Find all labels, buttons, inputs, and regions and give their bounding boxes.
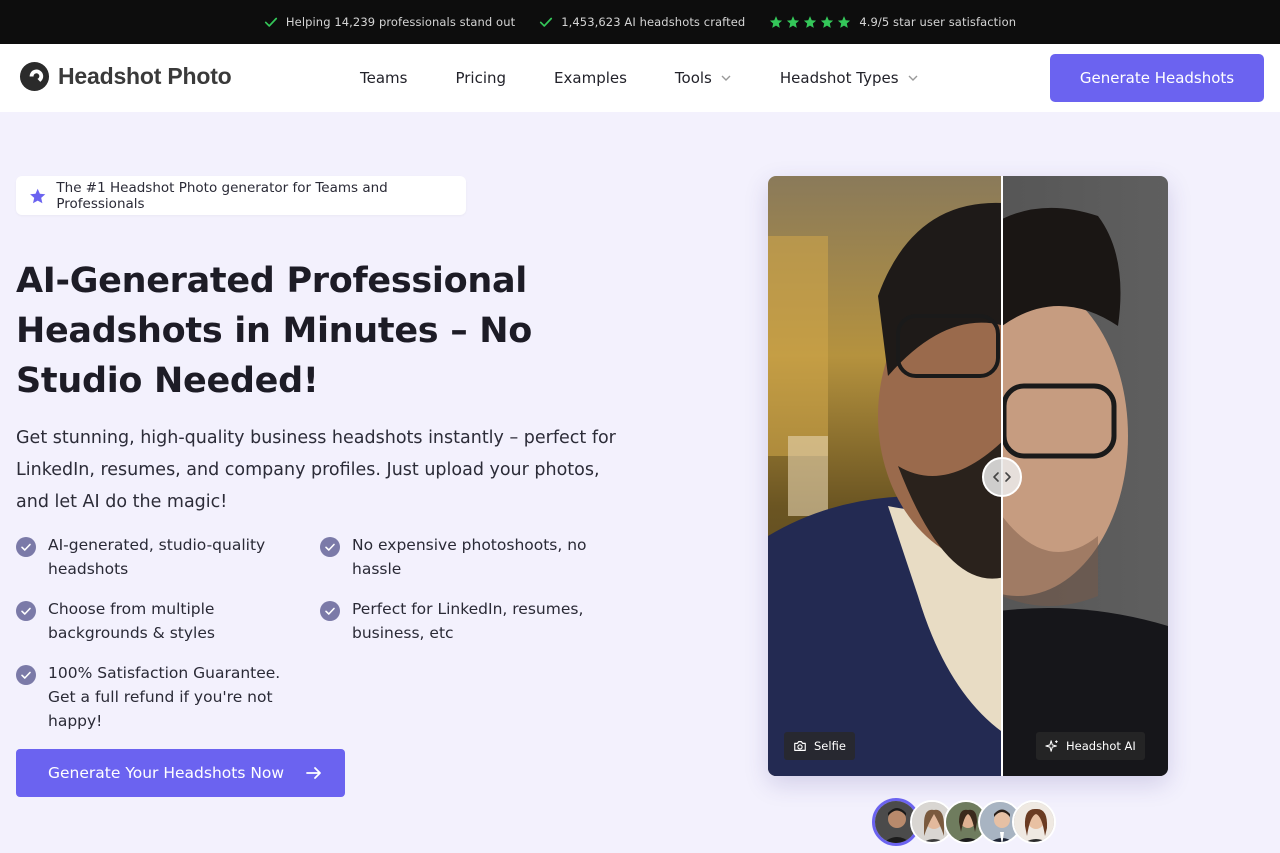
hero-subtitle: Get stunning, high-quality business head… xyxy=(16,428,616,512)
feature-item: Choose from multiple backgrounds & style… xyxy=(16,597,296,645)
drag-arrows-icon xyxy=(993,472,1011,482)
comparison-photo xyxy=(768,176,1168,776)
example-avatars xyxy=(872,798,1056,848)
avatar[interactable] xyxy=(1012,800,1056,844)
nav-teams[interactable]: Teams xyxy=(360,69,407,87)
feature-text: Perfect for LinkedIn, resumes, business,… xyxy=(352,600,584,642)
nav-pricing[interactable]: Pricing xyxy=(455,69,506,87)
star-icon xyxy=(30,188,46,203)
nav-tools[interactable]: Tools xyxy=(675,69,732,87)
main-nav: Headshot Photo Teams Pricing Examples To… xyxy=(0,44,1280,112)
check-circle-icon xyxy=(16,665,36,685)
chevron-down-icon xyxy=(721,75,731,81)
check-circle-icon xyxy=(16,601,36,621)
check-icon xyxy=(264,17,278,27)
check-icon xyxy=(540,17,553,27)
check-circle-icon xyxy=(320,537,340,557)
stat-professionals: Helping 14,239 professionals stand out xyxy=(264,15,515,29)
stat-text: 1,453,623 AI headshots crafted xyxy=(561,15,746,29)
page-title: AI-Generated Professional Headshots in M… xyxy=(16,261,533,401)
headshot-ai-label: Headshot AI xyxy=(1036,732,1145,760)
stat-text: 4.9/5 star user satisfaction xyxy=(859,15,1017,29)
arrow-right-icon xyxy=(306,767,321,779)
rating-stars xyxy=(769,15,851,29)
announcement-bar: Helping 14,239 professionals stand out 1… xyxy=(0,0,1280,44)
chevron-down-icon xyxy=(908,75,918,81)
before-after-slider[interactable]: Selfie Headshot AI xyxy=(768,176,1168,776)
headshot-ai-label-text: Headshot AI xyxy=(1066,739,1136,753)
check-circle-icon xyxy=(16,537,36,557)
star-icon xyxy=(787,16,800,28)
cta-label: Generate Your Headshots Now xyxy=(48,764,285,782)
nav-examples[interactable]: Examples xyxy=(554,69,627,87)
logo-icon xyxy=(19,61,50,92)
feature-text: No expensive photoshoots, no hassle xyxy=(352,536,587,578)
sparkle-icon xyxy=(1045,740,1058,752)
feature-item: AI-generated, studio-quality headshots xyxy=(16,533,296,581)
feature-item: 100% Satisfaction Guarantee. Get a full … xyxy=(16,661,296,733)
tagline-badge: The #1 Headshot Photo generator for Team… xyxy=(16,176,466,215)
nav-label: Teams xyxy=(360,69,408,87)
generate-now-button[interactable]: Generate Your Headshots Now xyxy=(16,749,345,797)
selfie-label-text: Selfie xyxy=(814,739,846,753)
nav-label: Pricing xyxy=(455,69,507,87)
feature-item: No expensive photoshoots, no hassle xyxy=(320,533,600,581)
nav-label: Headshot Types xyxy=(779,69,899,87)
check-circle-icon xyxy=(320,601,340,621)
star-icon xyxy=(838,16,851,28)
nav-links: Teams Pricing Examples Tools Headshot Ty… xyxy=(360,44,919,112)
camera-icon xyxy=(794,741,806,751)
star-icon xyxy=(804,16,817,28)
feature-text: 100% Satisfaction Guarantee. Get a full … xyxy=(48,664,281,730)
stat-headshots: 1,453,623 AI headshots crafted xyxy=(539,15,745,29)
slider-handle[interactable] xyxy=(982,457,1022,497)
star-icon xyxy=(770,16,783,28)
generate-headshots-button[interactable]: Generate Headshots xyxy=(1050,54,1264,102)
selfie-label: Selfie xyxy=(784,732,855,760)
brand-logo[interactable]: Headshot Photo xyxy=(19,61,232,92)
star-icon xyxy=(821,16,834,28)
nav-label: Tools xyxy=(674,69,712,87)
brand-name: Headshot Photo xyxy=(58,63,232,89)
stat-rating: 4.9/5 star user satisfaction xyxy=(769,15,1016,29)
nav-label: Examples xyxy=(554,69,627,87)
feature-item: Perfect for LinkedIn, resumes, business,… xyxy=(320,597,600,645)
feature-text: Choose from multiple backgrounds & style… xyxy=(48,600,215,642)
tagline-text: The #1 Headshot Photo generator for Team… xyxy=(56,179,388,212)
nav-headshot-types[interactable]: Headshot Types xyxy=(780,69,919,87)
feature-text: AI-generated, studio-quality headshots xyxy=(48,536,266,578)
stat-text: Helping 14,239 professionals stand out xyxy=(285,15,516,29)
